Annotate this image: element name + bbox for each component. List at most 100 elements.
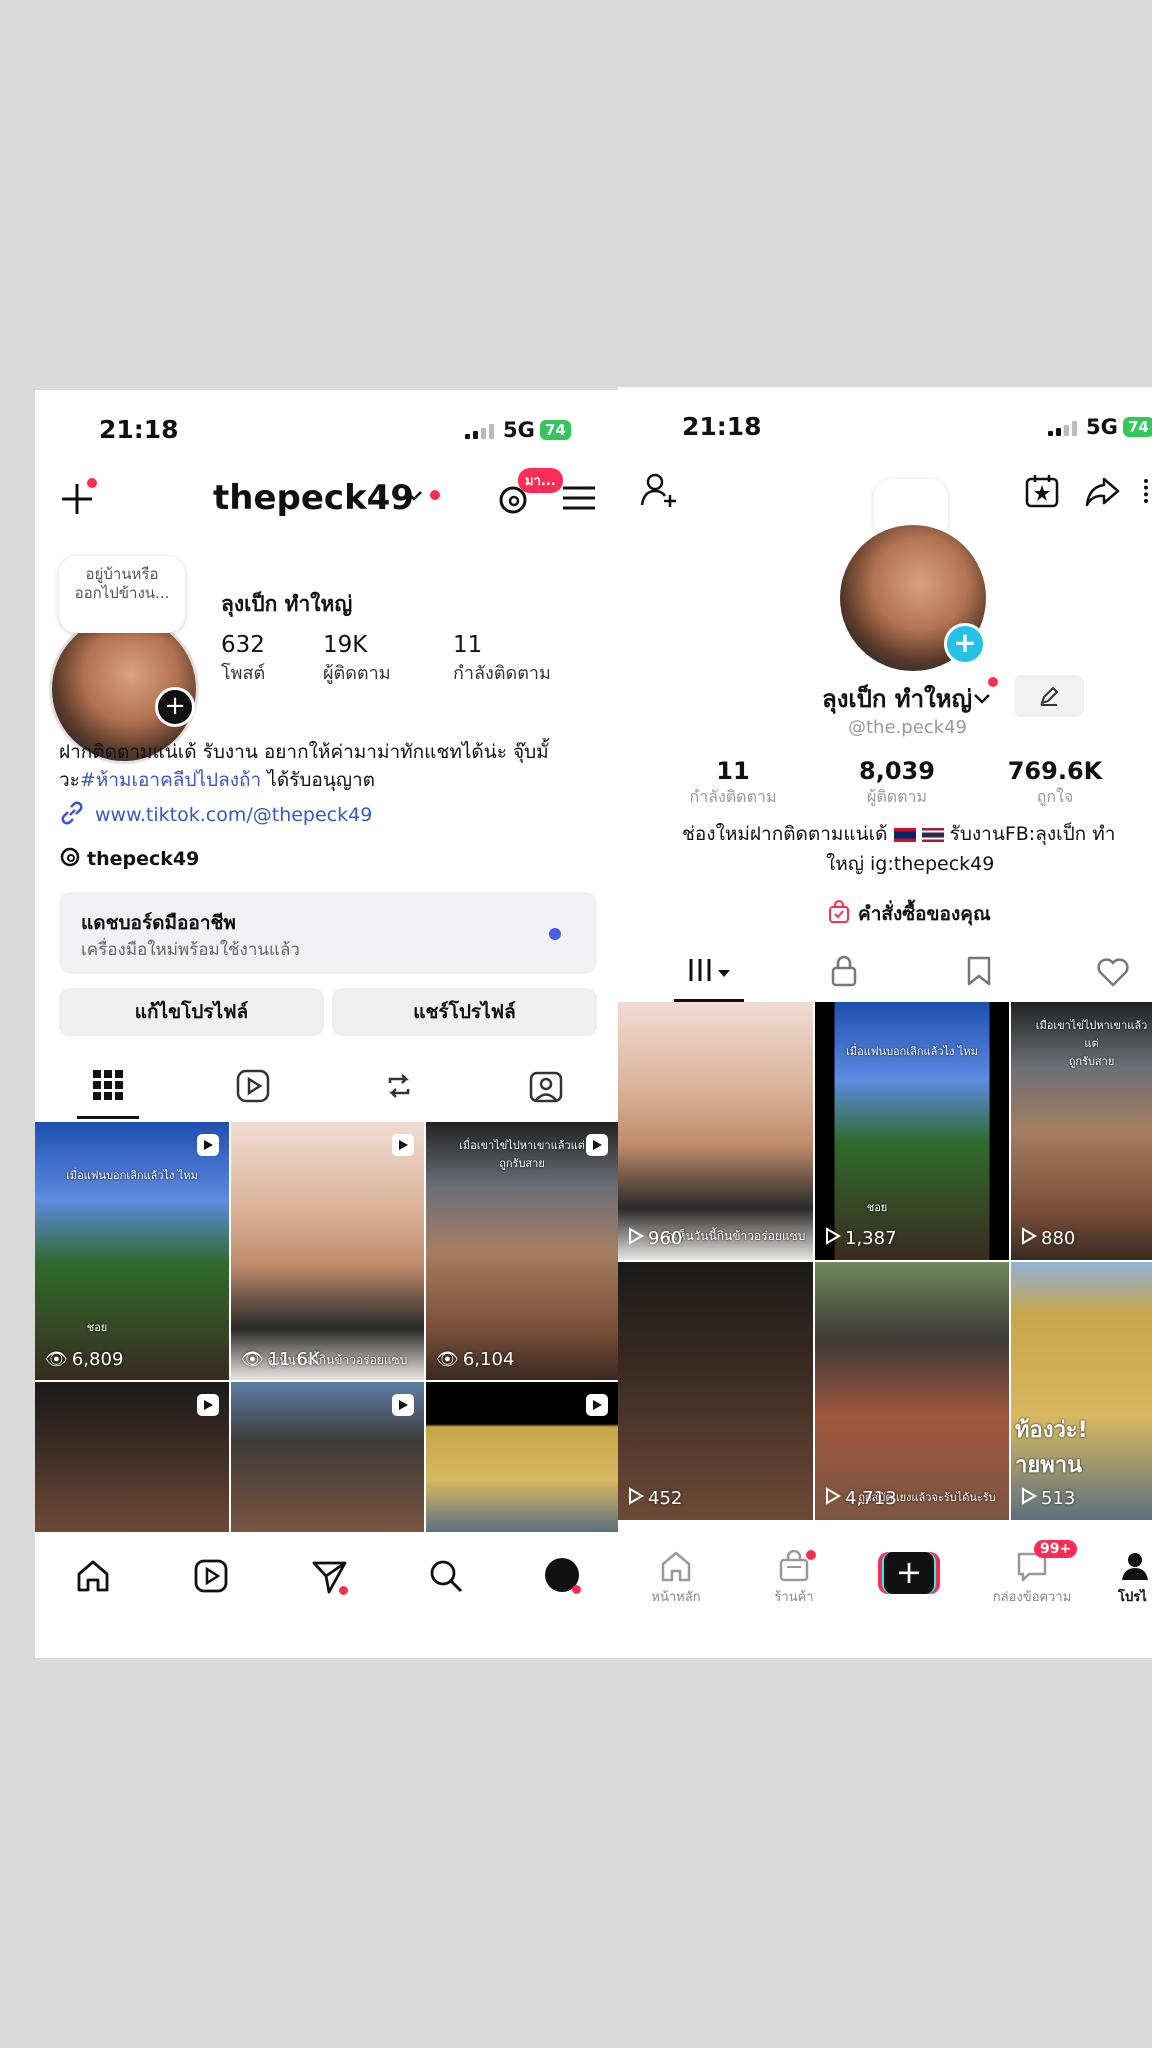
stat-count: 769.6K (1007, 757, 1103, 785)
stat-count: 11 (453, 632, 483, 658)
eye-icon: 👁 (45, 1349, 68, 1370)
stat-count: 19K (323, 632, 368, 658)
view-count-value: 4,713 (845, 1488, 897, 1509)
chevron-down-icon[interactable] (405, 488, 423, 507)
calendar-star-icon[interactable] (1024, 473, 1060, 513)
bookmark-icon[interactable] (966, 955, 992, 991)
nav-label: โปรไ (1118, 1590, 1147, 1605)
notification-dot (572, 1585, 581, 1594)
video-tile[interactable]: ท้องว่ะ! ายพาน 513 (1011, 1262, 1152, 1520)
nav-profile[interactable]: โปรไ (1118, 1550, 1152, 1607)
bio-line-2: ใหญ่ ig:thepeck49 (826, 853, 995, 875)
profile-icon[interactable] (545, 1558, 581, 1594)
reel-icon (586, 1394, 608, 1416)
search-icon[interactable] (428, 1558, 464, 1598)
tiktok-profile-screen: 21:18 5G 74 + ลุงเป็ก ทำใหญ่ @the.peck49… (618, 387, 1152, 1658)
tagged-icon[interactable] (529, 1069, 563, 1107)
caret-down-icon (718, 963, 730, 982)
stat-followers[interactable]: 19K ผู้ติดตาม (323, 632, 391, 687)
menu-icon[interactable] (563, 484, 595, 516)
chevron-down-icon[interactable] (973, 691, 991, 710)
create-button[interactable]: + (878, 1552, 940, 1594)
pencil-icon (1038, 685, 1060, 711)
create-icon[interactable] (59, 478, 97, 516)
post-tile[interactable]: เมื่อแฟนบอกเลิกแล้วไง ไหม ชอย 👁 6,809 (35, 1122, 229, 1380)
video-tile[interactable]: เมื่อแฟนบอกเลิกแล้วไง ไหม ชอย 1,387 (815, 1002, 1009, 1260)
lock-icon[interactable] (830, 955, 858, 991)
dashboard-subtitle: เครื่องมือใหม่พร้อมใช้งานแล้ว (81, 940, 300, 960)
post-tile[interactable]: ดูเห็นวันนี้กินข้าวอร่อยแซบ 👁 11.6K (231, 1122, 424, 1380)
professional-dashboard[interactable]: แดชบอร์ดมืออาชีพ เครื่องมือใหม่พร้อมใช้ง… (59, 892, 597, 974)
stat-likes[interactable]: 769.6K ถูกใจ (990, 757, 1120, 810)
dashboard-title: แดชบอร์ดมืออาชีพ (81, 912, 236, 934)
inbox-icon: 99+ (984, 1540, 1080, 1586)
stat-following[interactable]: 11 กำลังติดตาม (453, 632, 551, 687)
view-count: 👁 6,104 (436, 1349, 514, 1370)
grid-icon[interactable] (93, 1070, 123, 1104)
display-name[interactable]: ลุงเป็ก ทำใหญ่ (822, 679, 972, 718)
edit-profile-button[interactable]: แก้ไขโปรไฟล์ (59, 988, 324, 1036)
view-count: 1,387 (825, 1227, 897, 1250)
video-caption: ชอย (866, 1201, 888, 1214)
share-icon[interactable] (1084, 473, 1120, 513)
videos-tab[interactable] (688, 957, 730, 987)
threads-link[interactable]: thepeck49 (59, 846, 199, 872)
view-count-value: 452 (648, 1488, 683, 1509)
stat-following[interactable]: 11 กำลังติดตาม (678, 757, 788, 810)
home-icon[interactable] (75, 1558, 111, 1598)
thailand-flag-icon (921, 827, 944, 842)
bio-line-2: วะ#ห้ามเอาคลีปไปลงถ้า ได้รับอนุญาต (59, 766, 599, 794)
reels-tab-icon[interactable] (236, 1069, 270, 1107)
edit-profile-button[interactable] (1014, 675, 1084, 717)
post-tile[interactable]: เมื่อเขาไข่ไปหาเขาแล้วแต่ ถูกรับสาย 👁 6,1… (426, 1122, 618, 1380)
send-icon[interactable] (311, 1558, 349, 1600)
bottom-nav: หน้าหลัก ร้านค้า + 99+ กล่องข้อความ โปรไ (618, 1532, 1152, 1658)
view-count: 513 (1021, 1487, 1075, 1510)
view-count-value: 1,387 (845, 1228, 897, 1249)
video-tile[interactable]: 452 (618, 1262, 813, 1520)
threads-badge: มา... (518, 468, 563, 493)
share-profile-button[interactable]: แชร์โปรไฟล์ (332, 988, 597, 1036)
reposts-icon[interactable] (382, 1069, 416, 1107)
orders-link[interactable]: คำสั่งซื้อของคุณ (828, 899, 991, 929)
nav-inbox[interactable]: 99+ กล่องข้อความ (984, 1540, 1080, 1607)
notification-dot (339, 1586, 348, 1595)
add-story-icon[interactable]: + (944, 623, 986, 665)
notification-dot (87, 478, 97, 488)
bio-hashtag[interactable]: #ห้ามเอาคลีปไปลงถ้า (80, 769, 261, 791)
reel-icon (392, 1394, 414, 1416)
nav-home[interactable]: หน้าหลัก (646, 1550, 706, 1607)
add-story-icon[interactable]: + (155, 687, 195, 727)
view-count-value: 880 (1041, 1228, 1076, 1249)
shopping-bag-icon (828, 900, 850, 928)
video-tile[interactable]: ถูกสบัดแยงแล้วจะรับได้นะรับ 4,713 (815, 1262, 1009, 1520)
video-tile[interactable]: ดูเห็นวันนี้กินข้าวอร่อยแซบ 960 (618, 1002, 813, 1260)
stat-posts[interactable]: 632 โพสต์ (221, 632, 265, 687)
bio: ฝากติดตามแน่เด้ รับงาน อยากให้ค่ามาม่าทั… (59, 738, 599, 794)
stat-label: ถูกใจ (1036, 787, 1074, 806)
note-bubble[interactable]: อยู่บ้านหรือ ออกไปข้างน... (59, 556, 185, 633)
network-label: 5G (503, 418, 535, 442)
notification-dot (806, 1550, 816, 1560)
dashboard-dot (549, 928, 561, 940)
view-count: 👁 6,809 (45, 1349, 123, 1370)
post-tile[interactable] (35, 1382, 229, 1532)
videos-grid-icon (688, 957, 712, 987)
bio-link[interactable]: www.tiktok.com/@thepeck49 (59, 800, 372, 830)
link-icon (59, 800, 85, 830)
video-tile[interactable]: เมื่อเขาไข่ไปหาเขาแล้วแต่ ถูกรับสาย 880 (1011, 1002, 1152, 1260)
reels-icon[interactable] (193, 1558, 229, 1598)
nav-shop[interactable]: ร้านค้า (764, 1549, 824, 1607)
stat-followers[interactable]: 8,039 ผู้ติดตาม (832, 757, 962, 810)
heart-icon[interactable] (1096, 957, 1130, 991)
status-time: 21:18 (99, 415, 179, 444)
more-icon[interactable] (1144, 479, 1152, 503)
username-title[interactable]: thepeck49 (213, 478, 414, 518)
notification-dot (988, 677, 998, 687)
post-tile[interactable] (426, 1382, 618, 1532)
post-tile[interactable] (231, 1382, 424, 1532)
status-time: 21:18 (682, 412, 762, 441)
add-friend-icon[interactable] (640, 471, 678, 513)
battery-indicator: 74 (540, 420, 571, 440)
view-count-value: 11.6K (267, 1349, 320, 1370)
